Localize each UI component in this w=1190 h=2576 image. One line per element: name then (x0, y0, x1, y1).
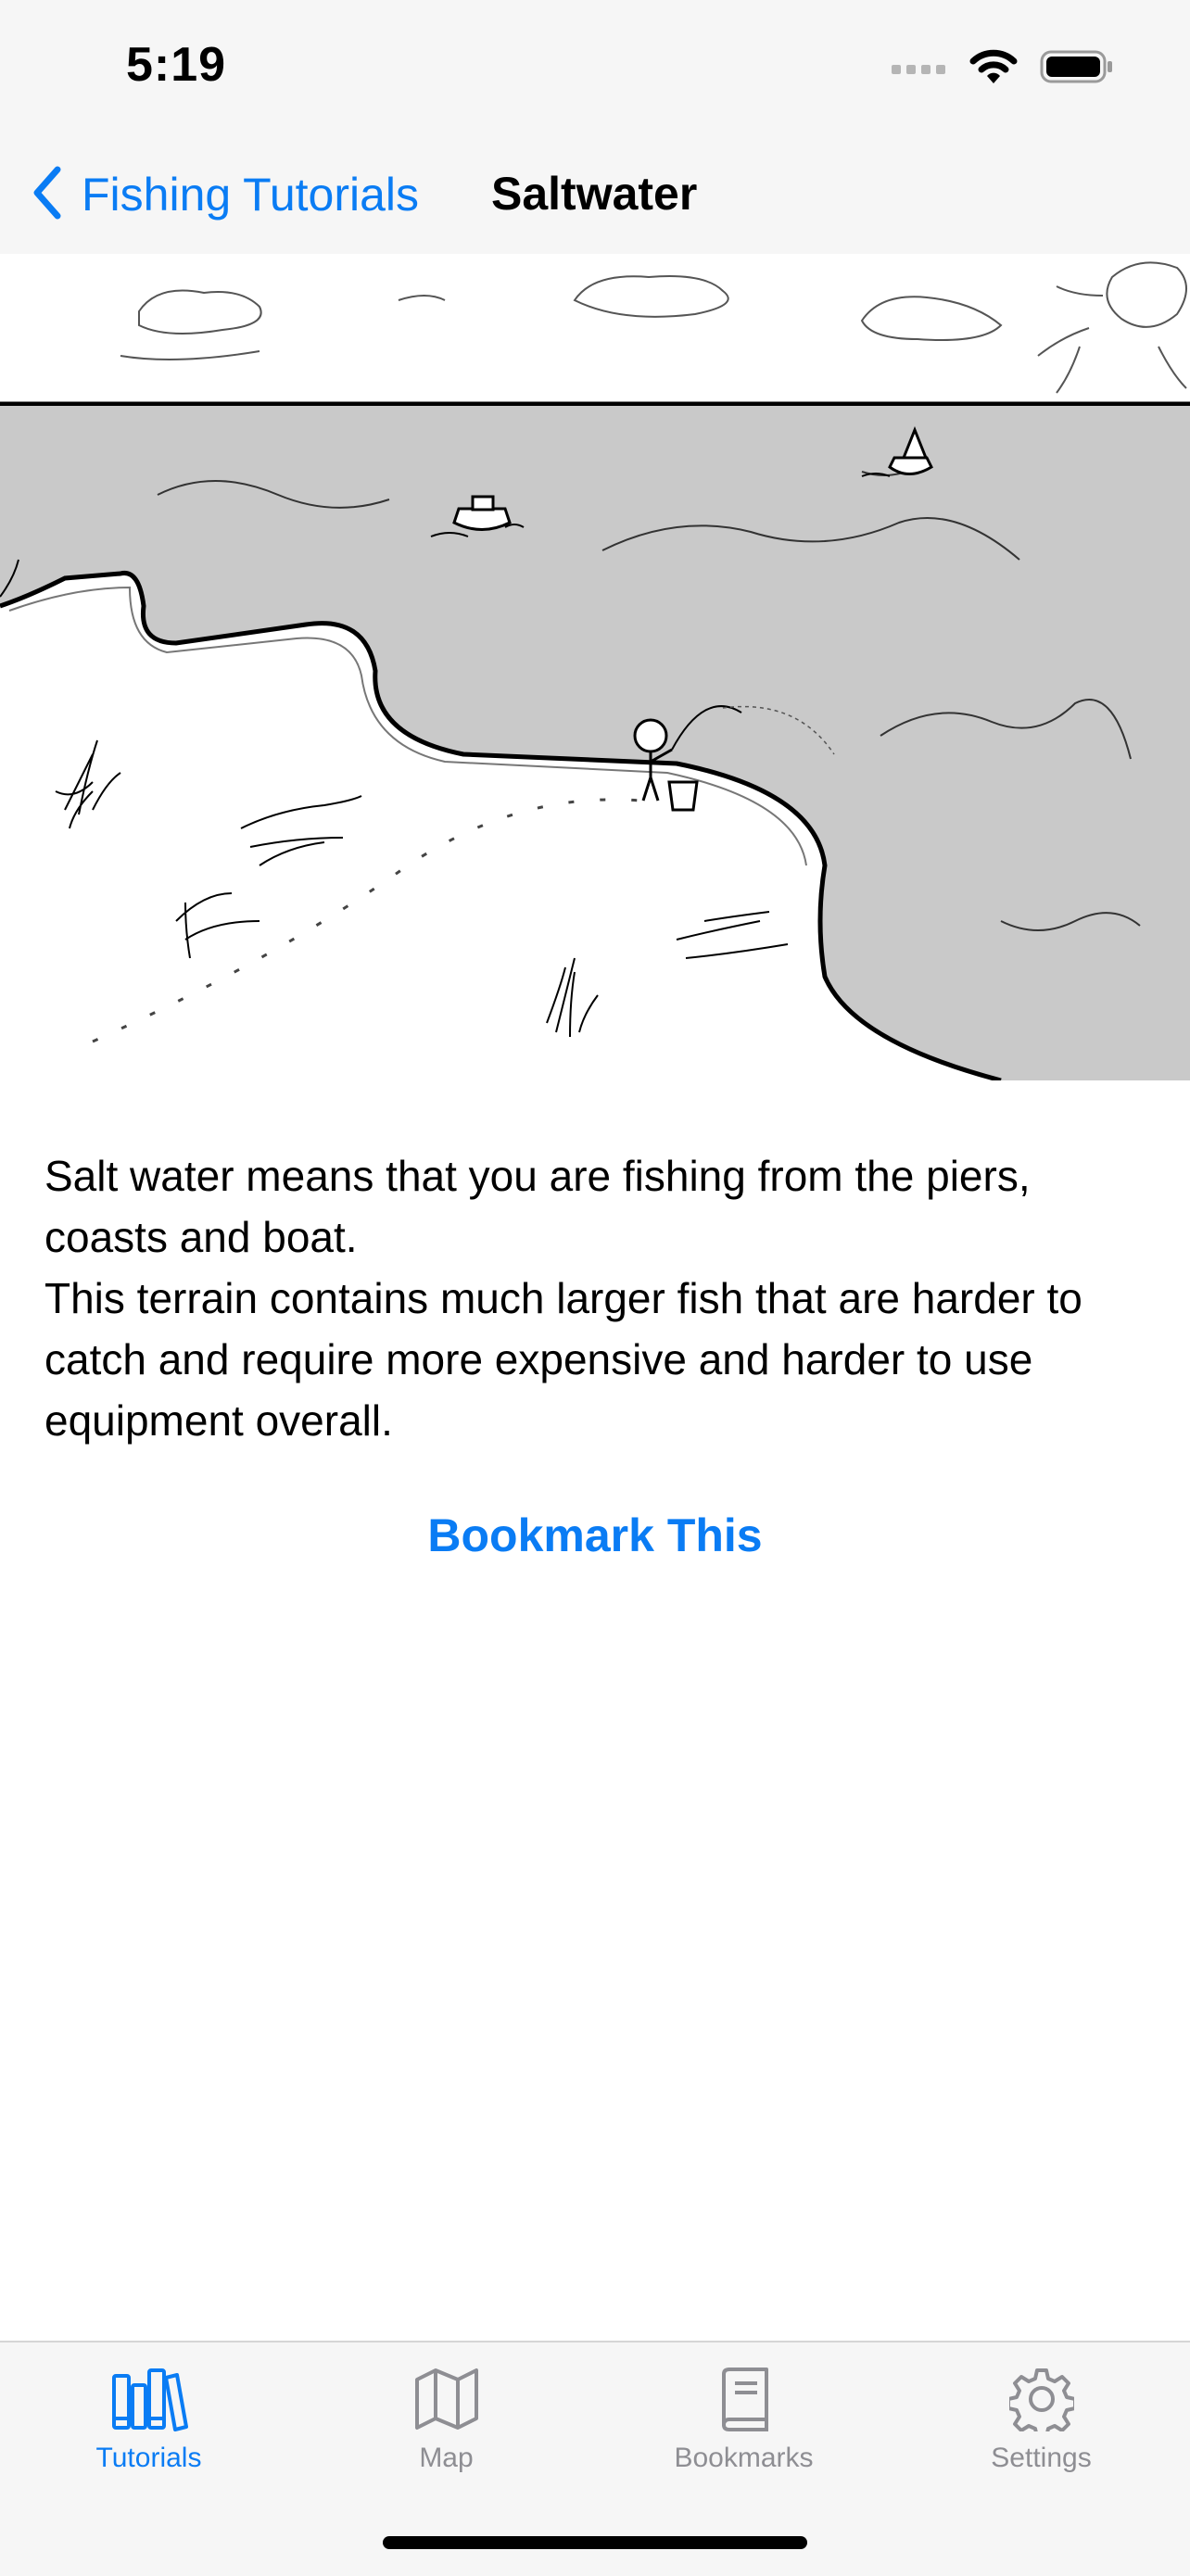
back-button[interactable]: Fishing Tutorials (32, 158, 419, 232)
tab-label: Settings (991, 2443, 1092, 2473)
page-title: Saltwater (491, 168, 698, 220)
tab-tutorials[interactable]: Tutorials (0, 2367, 298, 2506)
tab-bookmarks[interactable]: Bookmarks (595, 2367, 892, 2506)
tab-label: Bookmarks (674, 2443, 814, 2473)
navigation-bar: Fishing Tutorials Saltwater (0, 139, 1190, 256)
wifi-icon (969, 48, 1018, 90)
battery-icon (1040, 48, 1114, 90)
status-bar: 5:19 (0, 0, 1190, 139)
books-icon (0, 2367, 298, 2431)
back-button-label: Fishing Tutorials (82, 169, 420, 221)
status-icons (892, 48, 1114, 90)
tutorial-description: Salt water means that you are fishing fr… (44, 1145, 1157, 1451)
description-paragraph: This terrain contains much larger fish t… (44, 1274, 1082, 1445)
tab-label: Map (419, 2443, 474, 2473)
description-paragraph: Salt water means that you are fishing fr… (44, 1152, 1031, 1261)
status-time: 5:19 (126, 38, 227, 92)
home-indicator[interactable] (383, 2536, 807, 2549)
tab-label: Tutorials (95, 2443, 202, 2473)
map-icon (298, 2367, 595, 2431)
book-icon (595, 2367, 892, 2431)
gear-icon (892, 2367, 1190, 2431)
signal-icon (892, 57, 947, 81)
chevron-left-icon (32, 166, 63, 224)
bookmark-button[interactable]: Bookmark This (0, 1509, 1190, 1562)
saltwater-illustration (0, 254, 1190, 1080)
tab-settings[interactable]: Settings (892, 2367, 1190, 2506)
tab-map[interactable]: Map (298, 2367, 595, 2506)
